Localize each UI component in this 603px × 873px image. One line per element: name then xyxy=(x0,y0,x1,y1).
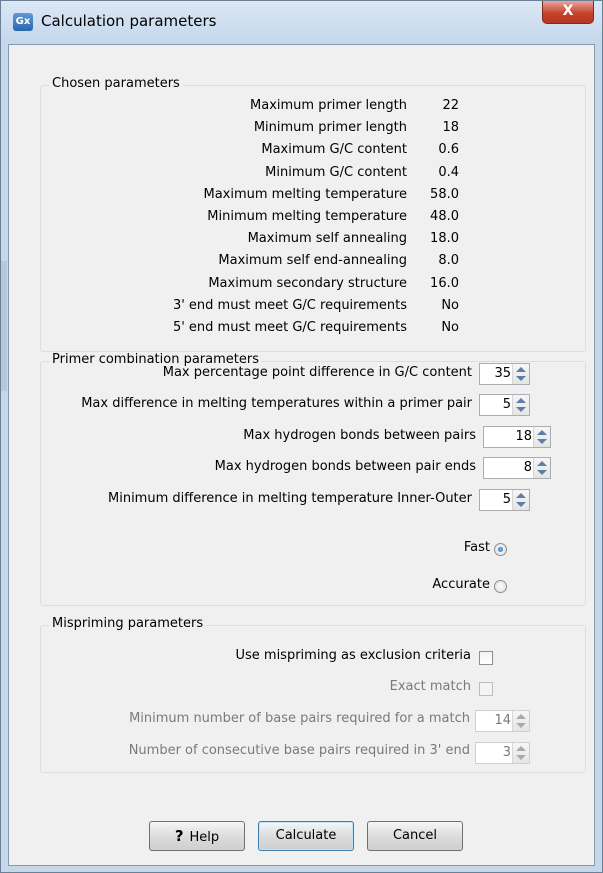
chosen-param-label: Maximum self annealing xyxy=(247,231,407,247)
chosen-param-value: 16.0 xyxy=(430,275,459,291)
arrow-up-icon[interactable] xyxy=(537,461,547,466)
combo-param-value: 5 xyxy=(502,492,511,507)
arrow-up-icon[interactable] xyxy=(516,746,526,751)
arrow-down-icon[interactable] xyxy=(516,755,526,760)
arrow-up-icon[interactable] xyxy=(516,367,526,372)
arrow-down-icon[interactable] xyxy=(516,502,526,507)
chosen-parameters-title: Chosen parameters xyxy=(49,76,183,91)
combo-param-value: 8 xyxy=(523,460,532,475)
chosen-param-value: 18.0 xyxy=(430,231,459,247)
combo-param-spinner[interactable]: 18 xyxy=(483,426,551,448)
chosen-param-value: 22 xyxy=(442,98,459,113)
dialog-title: Calculation parameters xyxy=(41,12,217,30)
chosen-param-value: No xyxy=(441,320,459,335)
combo-param-value: 18 xyxy=(515,429,532,444)
combo-param-spinner[interactable]: 8 xyxy=(483,457,551,479)
min-bp-value: 14 xyxy=(494,713,511,728)
mispriming-title: Mispriming parameters xyxy=(49,616,207,631)
use-mispriming-label: Use mispriming as exclusion criteria xyxy=(235,648,471,663)
arrow-down-icon[interactable] xyxy=(516,407,526,412)
chosen-param-label: Maximum primer length xyxy=(250,98,407,113)
cancel-button[interactable]: Cancel xyxy=(367,821,463,851)
arrow-down-icon[interactable] xyxy=(516,723,526,728)
combo-param-label: Max hydrogen bonds between pair ends xyxy=(214,459,476,474)
chosen-param-label: Maximum G/C content xyxy=(261,142,407,158)
consecutive-bp-arrows[interactable] xyxy=(512,743,529,763)
chosen-param-label: Maximum self end-annealing xyxy=(218,253,407,269)
app-icon: Gx xyxy=(13,13,33,31)
fast-radio[interactable] xyxy=(494,543,507,556)
chosen-param-label: Minimum G/C content xyxy=(265,164,407,180)
spinner-arrows[interactable] xyxy=(512,490,529,510)
use-mispriming-checkbox[interactable] xyxy=(479,651,493,665)
min-bp-label: Minimum number of base pairs required fo… xyxy=(129,711,470,726)
min-bp-spinner[interactable]: 14 xyxy=(475,710,530,732)
arrow-down-icon[interactable] xyxy=(537,470,547,475)
chosen-param-label: Maximum secondary structure xyxy=(208,275,407,291)
accurate-radio[interactable] xyxy=(494,580,507,593)
chosen-param-value: No xyxy=(441,297,459,313)
combo-param-label: Max percentage point difference in G/C c… xyxy=(162,365,472,380)
chosen-param-label: Minimum primer length xyxy=(253,120,407,136)
chosen-param-label: 5' end must meet G/C requirements xyxy=(172,320,407,335)
exact-match-checkbox[interactable] xyxy=(479,682,493,696)
chosen-param-value: 58.0 xyxy=(430,186,459,202)
title-bar[interactable]: Gx Calculation parameters X xyxy=(1,1,602,43)
chosen-param-label: 3' end must meet G/C requirements xyxy=(172,297,407,313)
arrow-up-icon[interactable] xyxy=(537,430,547,435)
exact-match-label: Exact match xyxy=(389,679,471,694)
close-button[interactable]: X xyxy=(542,1,594,24)
arrow-down-icon[interactable] xyxy=(516,376,526,381)
combo-param-label: Minimum difference in melting temperatur… xyxy=(108,491,472,506)
chosen-param-value: 0.4 xyxy=(438,164,459,180)
help-button[interactable]: ? Help xyxy=(149,821,245,851)
consecutive-bp-spinner[interactable]: 3 xyxy=(475,742,530,764)
dialog-body: Chosen parameters Maximum primer length 2… xyxy=(8,44,595,866)
accurate-label: Accurate xyxy=(432,577,490,592)
combo-param-spinner[interactable]: 5 xyxy=(479,394,530,416)
spinner-arrows[interactable] xyxy=(512,364,529,384)
combo-param-value: 5 xyxy=(502,397,511,412)
chosen-param-value: 8.0 xyxy=(438,253,459,269)
chosen-param-label: Maximum melting temperature xyxy=(203,186,407,202)
chosen-param-value: 48.0 xyxy=(430,209,459,224)
spinner-arrows[interactable] xyxy=(533,427,550,447)
combo-param-label: Max hydrogen bonds between pairs xyxy=(243,428,476,443)
chosen-param-label: Minimum melting temperature xyxy=(207,209,407,224)
min-bp-arrows[interactable] xyxy=(512,711,529,731)
help-icon: ? xyxy=(174,827,184,845)
consecutive-bp-label: Number of consecutive base pairs require… xyxy=(128,743,470,758)
arrow-up-icon[interactable] xyxy=(516,398,526,403)
fast-label: Fast xyxy=(463,540,490,555)
spinner-arrows[interactable] xyxy=(533,458,550,478)
chosen-param-value: 0.6 xyxy=(438,142,459,158)
arrow-down-icon[interactable] xyxy=(537,439,547,444)
dialog-window: Gx Calculation parameters X Chosen param… xyxy=(0,0,603,873)
help-button-label: Help xyxy=(189,830,220,845)
spinner-arrows[interactable] xyxy=(512,395,529,415)
chosen-param-value: 18 xyxy=(442,120,459,136)
arrow-up-icon[interactable] xyxy=(516,493,526,498)
arrow-up-icon[interactable] xyxy=(516,714,526,719)
combo-param-label: Max difference in melting temperatures w… xyxy=(81,396,472,411)
combo-param-spinner[interactable]: 5 xyxy=(479,489,530,511)
combo-param-spinner[interactable]: 35 xyxy=(479,363,530,385)
combo-param-value: 35 xyxy=(494,366,511,381)
consecutive-bp-value: 3 xyxy=(502,745,511,760)
calculate-button[interactable]: Calculate xyxy=(258,821,354,851)
window-edge-decoration xyxy=(1,261,7,391)
